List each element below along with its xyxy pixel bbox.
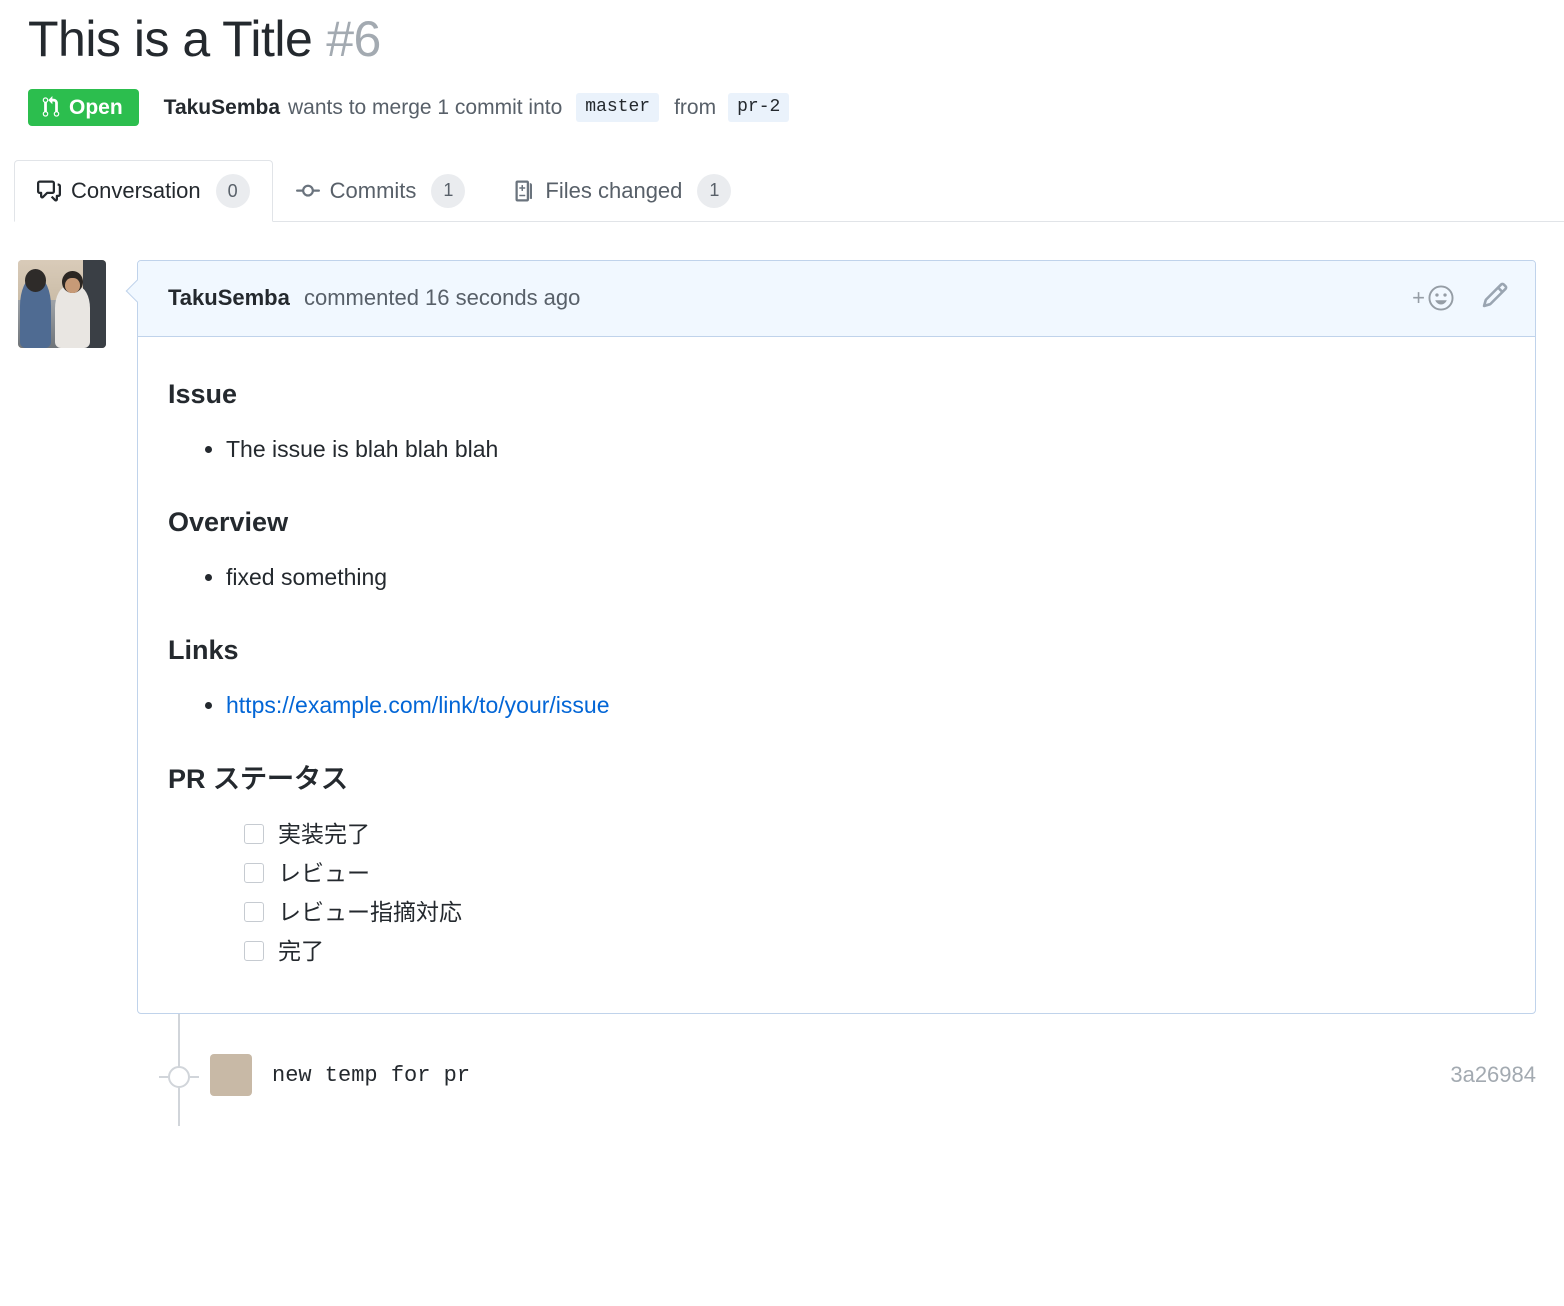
git-commit-node-icon [159,1066,199,1089]
section-list-overview: fixed something [168,558,1505,597]
checkbox-icon[interactable] [244,824,264,845]
tab-files-changed[interactable]: Files changed 1 [488,159,754,221]
head-branch-tag[interactable]: pr-2 [728,92,790,123]
section-list-issue: The issue is blah blah blah [168,430,1505,469]
git-commit-icon [295,179,320,203]
pr-subheader: Open TakuSemba wants to merge 1 commit i… [0,67,1564,126]
commit-message[interactable]: new temp for pr [272,1063,470,1088]
task-item[interactable]: レビュー [226,854,1505,893]
task-item[interactable]: 実装完了 [226,815,1505,854]
tab-commits[interactable]: Commits 1 [273,159,489,221]
section-heading-links: Links [168,635,239,666]
pr-title-text: This is a Title [28,11,313,67]
merge-text-1: wants to merge 1 commit into [288,95,563,119]
discussion-timeline: TakuSemba commented 16 seconds ago + Iss… [0,260,1564,1015]
comment-body: Issue The issue is blah blah blah Overvi… [138,337,1535,1013]
pr-tabbar: Conversation 0 Commits 1 Files changed 1 [14,160,1564,222]
status-badge-label: Open [69,95,123,119]
commit-author-avatar[interactable] [210,1054,252,1097]
git-pull-request-icon [41,96,61,118]
diff-icon [511,179,535,203]
task-list: 実装完了 レビュー レビュー指摘対応 完了 [168,815,1505,971]
comment-header: TakuSemba commented 16 seconds ago + [138,261,1535,337]
comment-author[interactable]: TakuSemba [168,285,290,310]
task-label: 実装完了 [278,820,370,847]
pr-number: #6 [326,11,381,67]
comment-timestamp: commented 16 seconds ago [303,285,581,310]
tab-files-changed-count: 1 [697,173,732,208]
merge-text-2: from [674,95,717,119]
task-label: レビュー指摘対応 [278,898,462,925]
list-item: https://example.com/link/to/your/issue [226,686,1505,725]
avatar[interactable] [18,260,106,348]
merge-description: TakuSemba wants to merge 1 commit into m… [164,92,795,123]
pencil-icon[interactable] [1481,281,1509,315]
status-badge: Open [28,89,139,126]
list-item: fixed something [226,558,1505,597]
task-label: レビュー [278,859,370,886]
commit-row: new temp for pr 3a26984 [210,1054,1536,1097]
tab-commits-label: Commits [329,177,417,203]
commit-sha[interactable]: 3a26984 [1450,1062,1536,1088]
section-list-links: https://example.com/link/to/your/issue [168,686,1505,725]
pull-request-page: This is a Title #6 Open TakuSemba wants … [0,0,1564,1306]
section-heading-pr-status: PR ステータス [168,763,349,794]
base-branch-tag[interactable]: master [576,92,660,123]
checkbox-icon[interactable] [244,902,264,923]
tab-files-changed-label: Files changed [545,177,683,203]
pr-author[interactable]: TakuSemba [164,96,280,120]
list-item: The issue is blah blah blah [226,430,1505,469]
task-item[interactable]: 完了 [226,932,1505,971]
page-title: This is a Title #6 [0,0,1564,67]
checkbox-icon[interactable] [244,941,264,962]
comment-actions: + [1412,281,1509,315]
comment-discussion-icon [37,179,61,203]
comment-byline: TakuSemba commented 16 seconds ago [168,285,580,311]
issue-link[interactable]: https://example.com/link/to/your/issue [226,692,610,718]
tab-conversation-count: 0 [215,174,250,208]
commit-timeline: new temp for pr 3a26984 [0,1014,1564,1127]
comment-box: TakuSemba commented 16 seconds ago + Iss… [125,260,1536,1015]
add-reaction-smiley-icon[interactable]: + [1412,284,1455,312]
plus-sign: + [1412,285,1425,310]
section-heading-issue: Issue [168,379,238,409]
checkbox-icon[interactable] [244,863,264,884]
comment-row: TakuSemba commented 16 seconds ago + Iss… [18,260,1564,1015]
section-heading-overview: Overview [168,507,289,538]
task-item[interactable]: レビュー指摘対応 [226,893,1505,932]
tab-conversation[interactable]: Conversation 0 [14,160,273,222]
task-label: 完了 [278,937,324,964]
tab-conversation-label: Conversation [71,178,201,203]
tab-commits-count: 1 [431,173,466,208]
